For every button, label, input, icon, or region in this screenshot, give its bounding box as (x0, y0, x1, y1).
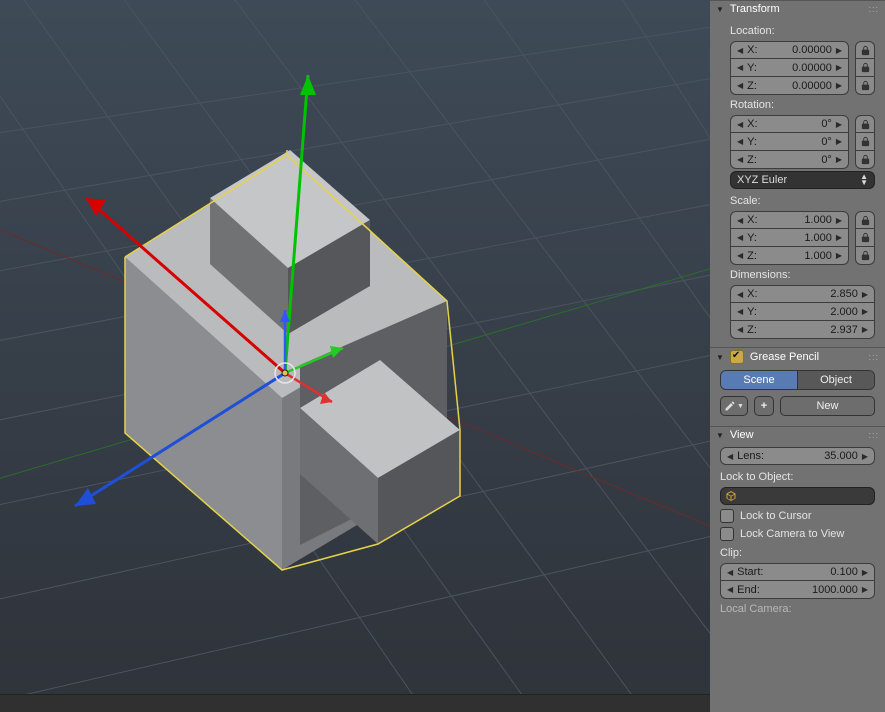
lock-object-field[interactable] (720, 487, 875, 505)
location-y-field[interactable]: ◀ Y: 0.00000 ▶ (730, 59, 849, 77)
grip-icon: ::: (868, 4, 879, 14)
panel-header-transform[interactable]: ▼ Transform ::: (710, 1, 885, 17)
panel-grease-pencil: ▼ Grease Pencil ::: Scene Object ▼ + New (710, 347, 885, 426)
rotation-x-field[interactable]: ◀X:0°▶ (730, 115, 849, 133)
chevron-updown-icon: ▲▼ (860, 174, 868, 186)
lock-rotation-x[interactable] (855, 115, 875, 133)
chevron-right-icon: ▶ (836, 63, 842, 72)
panel-view: ▼ View ::: ◀ Lens: 35.000 ▶ Lock to Obje… (710, 426, 885, 627)
lock-camera-row[interactable]: Lock Camera to View (720, 525, 875, 543)
lock-location-x[interactable] (855, 41, 875, 59)
panel-transform: ▼ Transform ::: Location: ◀ X: 0.00000 ▶ (710, 0, 885, 347)
viewport-canvas (0, 0, 710, 712)
grip-icon: ::: (868, 352, 879, 362)
lock-rotation-y[interactable] (855, 133, 875, 151)
grease-pencil-icon-button[interactable]: ▼ (720, 396, 748, 416)
scale-y-field[interactable]: ◀Y:1.000▶ (730, 229, 849, 247)
triangle-down-icon: ▼ (716, 5, 724, 14)
lock-cursor-row[interactable]: Lock to Cursor (720, 507, 875, 525)
chevron-right-icon: ▶ (836, 81, 842, 90)
dim-x-field[interactable]: ◀X:2.850▶ (730, 285, 875, 303)
lock-object-label: Lock to Object: (720, 467, 875, 487)
rotation-z-field[interactable]: ◀Z:0°▶ (730, 151, 849, 169)
tab-scene[interactable]: Scene (721, 371, 797, 389)
mesh-object[interactable] (125, 150, 460, 570)
panel-header-view[interactable]: ▼ View ::: (710, 427, 885, 443)
clip-start-field[interactable]: ◀Start:0.100▶ (720, 563, 875, 581)
local-camera-label: Local Camera: (720, 599, 875, 619)
lens-field[interactable]: ◀ Lens: 35.000 ▶ (720, 447, 875, 465)
grease-new-button[interactable]: New (780, 396, 875, 416)
lock-scale-y[interactable] (855, 229, 875, 247)
plus-icon: + (761, 400, 767, 412)
location-z-field[interactable]: ◀ Z: 0.00000 ▶ (730, 77, 849, 95)
scale-x-field[interactable]: ◀X:1.000▶ (730, 211, 849, 229)
grip-icon: ::: (868, 430, 879, 440)
grease-enable-checkbox[interactable] (730, 350, 744, 364)
lock-scale-x[interactable] (855, 211, 875, 229)
lock-location-y[interactable] (855, 59, 875, 77)
panel-title: View (730, 429, 754, 441)
panel-header-grease[interactable]: ▼ Grease Pencil ::: (710, 348, 885, 366)
scale-label: Scale: (730, 191, 875, 211)
lock-rotation-z[interactable] (855, 151, 875, 169)
dim-y-field[interactable]: ◀Y:2.000▶ (730, 303, 875, 321)
chevron-down-icon: ▼ (737, 403, 744, 410)
dimensions-label: Dimensions: (730, 265, 875, 285)
lock-scale-z[interactable] (855, 247, 875, 265)
panel-title: Transform (730, 3, 780, 15)
location-label: Location: (730, 21, 875, 41)
viewport-header[interactable] (0, 694, 710, 712)
lock-cursor-checkbox[interactable] (720, 509, 734, 523)
clip-end-field[interactable]: ◀End:1000.000▶ (720, 581, 875, 599)
location-x-field[interactable]: ◀ X: 0.00000 ▶ (730, 41, 849, 59)
rotation-y-field[interactable]: ◀Y:0°▶ (730, 133, 849, 151)
clip-label: Clip: (720, 543, 875, 563)
scale-z-field[interactable]: ◀Z:1.000▶ (730, 247, 849, 265)
triangle-down-icon: ▼ (716, 431, 724, 440)
lock-camera-checkbox[interactable] (720, 527, 734, 541)
tab-object[interactable]: Object (797, 371, 874, 389)
properties-panel[interactable]: ▼ Transform ::: Location: ◀ X: 0.00000 ▶ (710, 0, 885, 712)
rotation-mode-select[interactable]: XYZ Euler ▲▼ (730, 171, 875, 189)
chevron-right-icon: ▶ (836, 46, 842, 55)
triangle-down-icon: ▼ (716, 353, 724, 362)
rotation-label: Rotation: (730, 95, 875, 115)
panel-title: Grease Pencil (750, 351, 819, 363)
lock-location-z[interactable] (855, 77, 875, 95)
grease-source-tabs[interactable]: Scene Object (720, 370, 875, 390)
grease-add-button[interactable]: + (754, 396, 774, 416)
viewport-3d[interactable] (0, 0, 710, 712)
dim-z-field[interactable]: ◀Z:2.937▶ (730, 321, 875, 339)
cube-icon (725, 490, 737, 502)
